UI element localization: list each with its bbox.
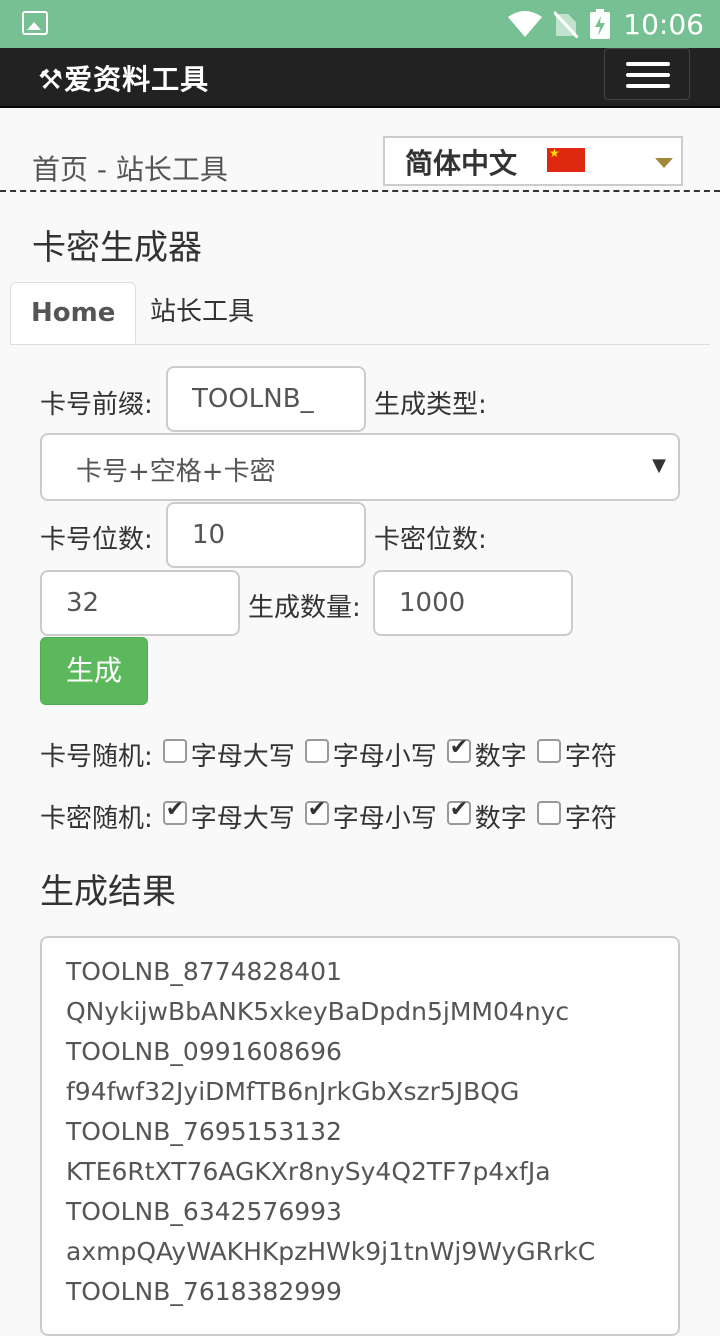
type-label: 生成类型: (374, 390, 487, 420)
pwd-symbol-label: 字符 (564, 803, 617, 834)
card-digits-input[interactable] (166, 502, 366, 568)
pwd-upper-checkbox[interactable] (162, 797, 187, 825)
card-upper-label: 字母大写 (190, 741, 295, 772)
page-title: 卡密生成器 (32, 228, 202, 268)
menu-toggle-button[interactable] (604, 48, 690, 100)
wifi-icon (508, 11, 542, 37)
language-select[interactable]: 简体中文 (383, 136, 683, 186)
top-navbar: ⚒爱资料工具 (0, 48, 720, 108)
pwd-lower-label: 字母小写 (332, 803, 437, 834)
card-symbol-label: 字符 (564, 741, 617, 772)
result-line: TOOLNB_6342576993 (66, 1197, 342, 1226)
pwd-symbol-checkbox[interactable] (536, 801, 561, 825)
breadcrumb[interactable]: 首页 - 站长工具 (32, 148, 228, 188)
result-title: 生成结果 (40, 872, 176, 912)
generate-button[interactable]: 生成 (40, 637, 148, 705)
card-upper-checkbox[interactable] (162, 739, 187, 763)
card-lower-checkbox[interactable] (304, 739, 329, 763)
tab-home[interactable]: Home (10, 282, 137, 344)
breadcrumb-row: 首页 - 站长工具 简体中文 (0, 108, 720, 192)
pwd-random-row: 卡密随机: 字母大写 字母小写 数字 字符 (40, 796, 627, 836)
pwd-digit-label: 数字 (474, 803, 527, 834)
pwd-lower-checkbox[interactable] (304, 797, 329, 825)
result-line: f94fwf32JyiDMfTB6nJrkGbXszr5JBQG (66, 1077, 520, 1106)
result-line: TOOLNB_0991608696 (66, 1037, 342, 1066)
hamburger-icon (626, 62, 670, 66)
select-caret-icon: ▼ (652, 455, 666, 476)
site-logo[interactable]: ⚒爱资料工具 (38, 58, 209, 98)
card-digits-label: 卡号位数: (40, 525, 153, 555)
result-line: TOOLNB_7618382999 (66, 1277, 342, 1306)
gallery-notification-icon (22, 11, 48, 35)
card-random-row: 卡号随机: 字母大写 字母小写 数字 字符 (40, 734, 627, 774)
pwd-random-label: 卡密随机: (40, 803, 153, 834)
tab-webmaster-tools[interactable]: 站长工具 (130, 282, 274, 344)
china-flag-icon (547, 146, 585, 172)
result-line: KTE6RtXT76AGKXr8nySy4Q2TF7p4xfJa (66, 1157, 551, 1186)
status-bar: 10:06 (0, 0, 720, 48)
pwd-digits-input[interactable] (40, 570, 240, 636)
type-select[interactable]: 卡号+空格+卡密 ▼ (40, 433, 680, 501)
battery-charging-icon (590, 9, 610, 39)
result-textarea[interactable]: TOOLNB_8774828401 QNykijwBbANK5xkeyBaDpd… (40, 936, 680, 1336)
count-label: 生成数量: (248, 593, 361, 623)
no-sim-icon (554, 10, 578, 38)
pwd-upper-label: 字母大写 (190, 803, 295, 834)
hamburger-icon-bar (626, 73, 670, 77)
status-time: 10:06 (623, 8, 704, 41)
count-input[interactable] (373, 570, 573, 636)
result-line: TOOLNB_8774828401 (66, 957, 342, 986)
result-line: TOOLNB_7695153132 (66, 1117, 342, 1146)
dropdown-caret-icon (655, 158, 673, 168)
tab-bar: Home 站长工具 (10, 282, 710, 345)
status-icons (508, 9, 610, 39)
pwd-digit-checkbox[interactable] (446, 797, 471, 825)
prefix-label: 卡号前缀: (40, 390, 153, 420)
prefix-input[interactable] (166, 366, 366, 432)
result-line: axmpQAyWAKHKpzHWk9j1tnWj9WyGRrkC (66, 1237, 596, 1266)
result-line: QNykijwBbANK5xkeyBaDpdn5jMM04nyc (66, 997, 570, 1026)
card-lower-label: 字母小写 (332, 741, 437, 772)
card-digit-checkbox[interactable] (446, 735, 471, 763)
pwd-digits-label: 卡密位数: (374, 525, 487, 555)
card-random-label: 卡号随机: (40, 741, 153, 772)
card-symbol-checkbox[interactable] (536, 739, 561, 763)
type-select-value: 卡号+空格+卡密 (76, 457, 276, 487)
card-digit-label: 数字 (474, 741, 527, 772)
language-selected: 简体中文 (405, 147, 518, 180)
hamburger-icon-bar (626, 84, 670, 88)
